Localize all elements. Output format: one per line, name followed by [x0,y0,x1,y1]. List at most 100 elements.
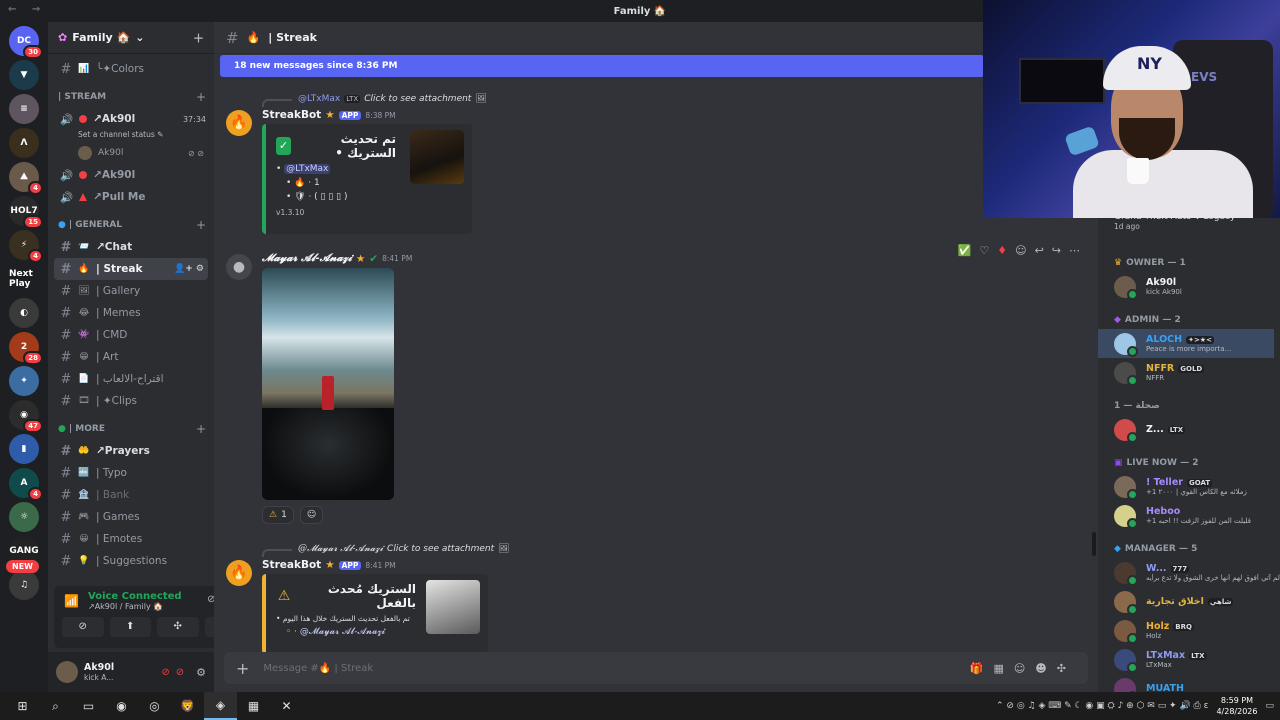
server-icon[interactable]: ≡ [9,94,39,124]
avatar[interactable]: 🔥 [226,110,252,136]
channel-item[interactable]: # 😀 | Emotes [54,528,208,550]
server-icon[interactable]: ◐ [9,298,39,328]
server-icon[interactable]: Λ [9,128,39,158]
composer-tools-icons[interactable]: 🎁▦☺☻✣ [970,662,1076,675]
channel-item[interactable]: # 😂 | Memes [54,302,208,324]
server-icon[interactable]: 2 28 [9,332,43,365]
category-stream[interactable]: | STREAM + [48,86,214,108]
server-icon[interactable]: ☼ [9,502,39,532]
server-icon[interactable]: ▮ [9,434,39,464]
mention[interactable]: @LTxMax [284,164,331,174]
member-item[interactable]: Holz BRQ Holz [1098,616,1280,645]
check-reaction-icon[interactable]: ✅ [958,244,972,257]
member-item[interactable]: Heboo +1 قليلت المن للفوز الزفت !! احبه [1098,501,1280,530]
author-name[interactable]: StreakBot [262,559,321,571]
member-item[interactable]: W... 777 لم آتي أفوق لهم أنها خرى الشوق ول… [1098,558,1280,587]
server-icon[interactable]: ▼ [9,60,39,90]
channel-item[interactable]: # 👾 | CMD [54,324,208,346]
server-icon[interactable]: DC 30 [9,26,43,59]
scrollbar[interactable] [1092,532,1096,556]
new-servers-badge[interactable]: NEW [6,560,39,573]
embed-thumbnail[interactable] [410,130,464,184]
channel-settings-icons[interactable]: 👤+ ⚙ [174,264,204,274]
soundboard-button[interactable]: ♪ [204,617,214,637]
channel-item[interactable]: # 🎮 | Games [54,506,208,528]
camera-button[interactable]: ⊘ [62,617,104,637]
channel-item[interactable]: # 🏦 | Bank [54,484,208,506]
channel-item[interactable]: # 💡 | Suggestions [54,550,208,572]
category-more[interactable]: ● | MORE + [48,418,214,440]
member-item[interactable]: NFFR GOLD NFFR [1098,358,1280,387]
channel-item[interactable]: # 🔤 | Typo [54,462,208,484]
screen-share-button[interactable]: ⬆ [109,617,151,637]
server-icon[interactable]: ◉ 47 [9,400,43,433]
reaction-warning[interactable]: ⚠ 1 [262,506,294,524]
voice-connected-title[interactable]: Voice Connected [62,591,214,602]
nav-arrows[interactable]: ← → [8,4,46,15]
author-name[interactable]: 𝓜𝓪𝔂𝓪𝓻 𝓐𝓵-𝓐𝓷𝓪𝔃𝓲 [262,252,352,265]
message-input[interactable]: Message #🔥 | Streak [263,663,955,674]
reply-user[interactable]: @𝓜𝓪𝔂𝓪𝓻 𝓐𝓵-𝓐𝓷𝓪𝔃𝓲 [298,544,383,554]
reply-user[interactable]: @LTxMax [298,94,340,104]
author-name[interactable]: StreakBot [262,109,321,121]
member-item[interactable]: ALOCH ✦>★< Peace is more importa... [1098,329,1274,358]
member-item[interactable]: Ak90l kick Ak90l [1098,272,1280,301]
taskbar-app-icon[interactable]: ▦ [237,692,270,720]
reply-text[interactable]: Click to see attachment [387,544,494,554]
server-icon[interactable]: ⚡ 4 [9,230,43,263]
taskbar-app-icon[interactable]: ◈ [204,692,237,720]
plus-icon[interactable]: + [196,422,206,436]
server-icon[interactable]: A4 [9,468,43,501]
message-image[interactable] [262,268,394,500]
server-icon[interactable]: Next Play [9,264,39,294]
server-icon[interactable]: ⛰ 4 [9,162,43,195]
server-icon[interactable]: ♫ [9,570,39,600]
reply-preview[interactable]: @LTxMax LTX Click to see attachment 🖼 [262,94,487,107]
taskbar-app-icon[interactable]: ⌕ [39,692,72,720]
member-item[interactable]: LTxMax LTX LTxMax [1098,645,1280,674]
channel-colors[interactable]: # 📊 ╰✦Colors [54,58,208,80]
guild-header[interactable]: ✿ Family 🏠 ⌄ ＋ [48,22,214,54]
channel-item[interactable]: # 🎞 | ✦Clips [54,390,208,412]
taskbar-app-icon[interactable]: ▭ [72,692,105,720]
mute-deafen-icons[interactable]: ⊘⊘ [161,667,190,678]
server-icon[interactable]: HOL7 15 [9,196,43,229]
server-icon[interactable]: ✦ [9,366,39,396]
avatar[interactable]: 🔥 [226,560,252,586]
channel-item[interactable]: # 🤲 ↗Prayers [54,440,208,462]
member-item[interactable]: اخلاق تجارية شاهي [1098,587,1280,616]
reply-icon[interactable]: ↩ [1035,244,1044,257]
channel-item[interactable]: # 😁 | Art [54,346,208,368]
plus-icon[interactable]: + [236,659,249,678]
add-user-icon[interactable]: ＋ [193,30,204,46]
taskbar-app-icon[interactable]: 🦁 [171,692,204,720]
gear-icon[interactable]: ⚙ [196,666,206,679]
activities-button[interactable]: ✣ [157,617,199,637]
forward-icon[interactable]: ↪ [1052,244,1061,257]
tray-icons[interactable]: ⌃ ⊘ ◎ ♫ ◈ ⌨ ✎ ☾ ◉ ▣ ⛭ ♪ ⊕ ⬡ ✉ ▭ ✦ 🔊 ⎙ ε [996,701,1208,711]
member-item[interactable]: MUATH [1098,674,1280,692]
plus-icon[interactable]: + [196,90,206,104]
reply-preview[interactable]: @𝓜𝓪𝔂𝓪𝓻 𝓐𝓵-𝓐𝓷𝓪𝔃𝓲 Click to see attachment … [262,544,510,557]
more-icon[interactable]: ⋯ [1069,244,1080,257]
channel-item[interactable]: # 🖼 | Gallery [54,280,208,302]
custom-emoji-icon[interactable]: ♡ [979,244,989,257]
notification-icon[interactable]: ▭ [1265,701,1274,711]
member-item[interactable]: Z... LTX [1098,415,1280,444]
voice-connected-sub[interactable]: ↗Ak90l / Family 🏠 [62,602,214,611]
voice-channel-ak90l[interactable]: 🔊 ↗Ak90l 37:34 [48,108,214,130]
plus-icon[interactable]: + [196,218,206,232]
channel-item[interactable]: # 📨 ↗Chat [54,236,208,258]
add-reaction-button[interactable]: ☺ [299,506,324,524]
disconnect-icons[interactable]: ⊘☎ [207,594,214,605]
taskbar-app-icon[interactable]: ◎ [138,692,171,720]
avatar[interactable]: ● [226,254,252,280]
clock[interactable]: 8:59 PM 4/28/2026 [1216,695,1257,717]
taskbar-app-icon[interactable]: ⊞ [6,692,39,720]
channel-status[interactable]: Set a channel status ✎ [48,130,214,142]
category-general[interactable]: ● | GENERAL + [48,214,214,236]
voice-channel-ak90l-2[interactable]: 🔊 ↗Ak90l [48,164,214,186]
custom-emoji-icon[interactable]: ♦ [997,244,1007,257]
new-messages-bar[interactable]: 18 new messages since 8:36 PM [220,55,984,77]
avatar[interactable] [56,661,78,683]
